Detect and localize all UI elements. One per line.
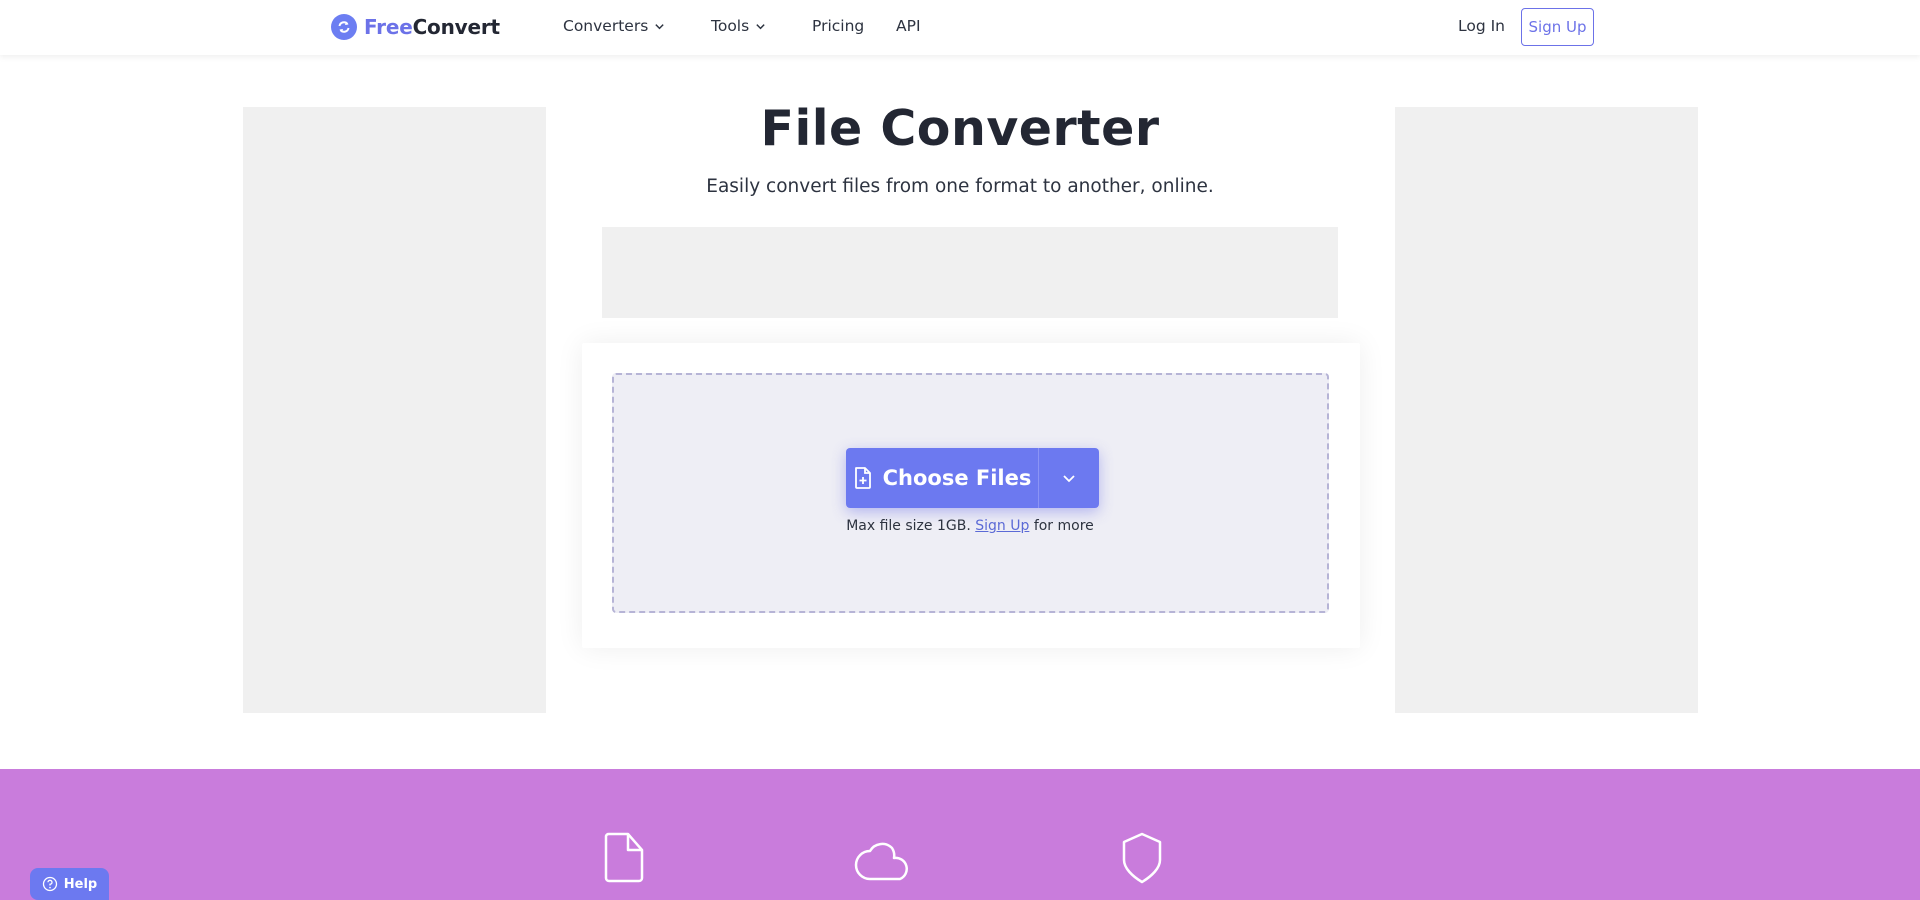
logo[interactable]: FreeConvert	[331, 14, 500, 40]
choose-files-label: Choose Files	[882, 466, 1032, 490]
ad-placeholder-left	[243, 107, 546, 713]
file-plus-icon	[854, 467, 871, 489]
ad-placeholder-top	[602, 227, 1338, 318]
ad-placeholder-right	[1395, 107, 1698, 713]
chevron-down-icon	[1063, 475, 1075, 483]
help-label: Help	[63, 876, 98, 892]
page-subtitle: Easily convert files from one format to …	[706, 176, 1214, 197]
nav-converters-label: Converters	[563, 17, 649, 35]
chevron-down-icon	[756, 23, 765, 29]
logo-free: Free	[364, 15, 413, 39]
choose-source-dropdown[interactable]	[1039, 448, 1099, 508]
question-circle-icon	[42, 876, 57, 892]
nav-pricing-label: Pricing	[812, 17, 865, 35]
nav-pricing[interactable]: Pricing	[812, 17, 864, 35]
nav-tools[interactable]: Tools	[711, 17, 766, 35]
logo-icon	[331, 14, 357, 40]
shield-icon	[1122, 832, 1162, 884]
max-file-size-note: Max file size 1GB. Sign Up for more	[614, 518, 1326, 534]
for-more-text: for more	[1033, 518, 1094, 534]
login-link[interactable]: Log In	[1458, 17, 1505, 35]
nav-api-label: API	[896, 17, 921, 35]
help-button[interactable]: Help	[30, 868, 109, 900]
chevron-down-icon	[655, 23, 664, 29]
top-navbar: FreeConvert Converters Tools Pricing API…	[0, 0, 1920, 55]
page-title: File Converter	[760, 100, 1160, 157]
upload-card: Choose Files Max file size 1GB. Sign Up …	[582, 343, 1360, 648]
choose-files-button[interactable]: Choose Files	[846, 448, 1039, 508]
nav-converters[interactable]: Converters	[563, 17, 665, 35]
max-size-text: Max file size 1GB.	[846, 518, 971, 534]
file-dropzone[interactable]: Choose Files Max file size 1GB. Sign Up …	[612, 373, 1329, 613]
cloud-icon	[854, 842, 908, 881]
logo-convert: Convert	[412, 15, 500, 39]
file-icon	[604, 832, 644, 883]
nav-api[interactable]: API	[896, 17, 921, 35]
nav-tools-label: Tools	[711, 17, 750, 35]
features-section	[0, 769, 1920, 900]
signup-button[interactable]: Sign Up	[1521, 8, 1594, 46]
logo-text: FreeConvert	[364, 15, 500, 39]
signup-link[interactable]: Sign Up	[975, 518, 1029, 534]
choose-files-group: Choose Files	[846, 448, 1099, 508]
